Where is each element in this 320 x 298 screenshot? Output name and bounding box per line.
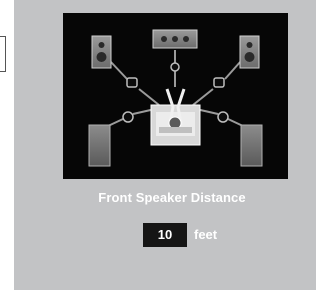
speaker-setup-screen: Front Speaker Distance 10 feet [0, 0, 320, 298]
front-right-speaker-icon [239, 35, 260, 69]
adjacent-panel-edge [0, 36, 6, 72]
setup-panel: Front Speaker Distance 10 feet [14, 0, 316, 290]
setting-title: Front Speaker Distance [98, 190, 246, 205]
surround-right-speaker-icon [240, 124, 263, 167]
listener-position-icon [150, 88, 201, 146]
surround-left-speaker-icon [88, 124, 111, 167]
distance-value-field[interactable]: 10 [143, 223, 187, 247]
center-speaker-icon [152, 29, 198, 49]
front-left-speaker-icon [91, 35, 112, 69]
distance-unit-label: feet [194, 227, 218, 242]
speaker-layout-svg [88, 29, 263, 167]
speaker-layout-diagram-icon [63, 13, 288, 179]
